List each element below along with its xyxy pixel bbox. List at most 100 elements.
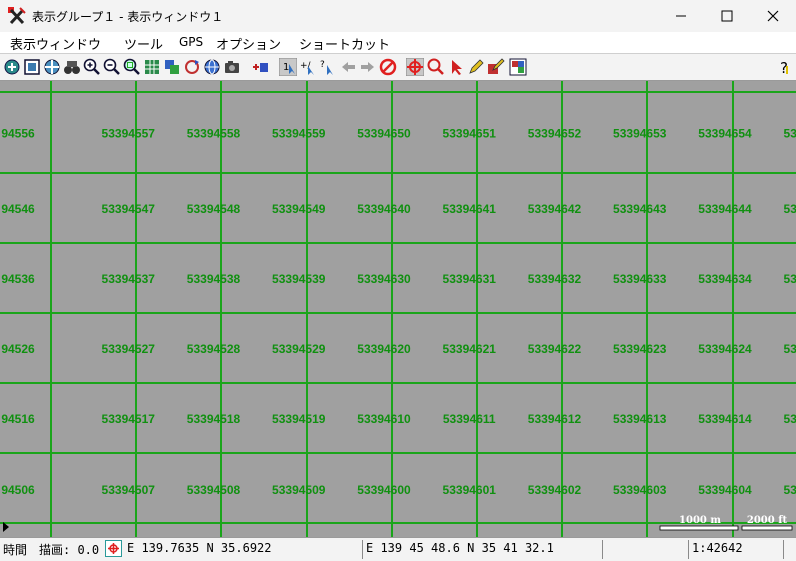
grid-cell-label: 53394622 bbox=[528, 342, 582, 356]
no-entry-icon[interactable] bbox=[379, 58, 397, 76]
back-icon[interactable] bbox=[339, 58, 357, 76]
binoculars-icon[interactable] bbox=[63, 58, 81, 76]
grid-cell-label: 94506 bbox=[1, 483, 35, 497]
grid-cell-label: 94536 bbox=[1, 272, 35, 286]
grid-cell-label: 53394625 bbox=[784, 342, 796, 356]
status-divider bbox=[602, 540, 603, 559]
zoom-box-icon[interactable] bbox=[123, 58, 141, 76]
globe-icon[interactable] bbox=[203, 58, 221, 76]
edit-icon[interactable] bbox=[487, 58, 505, 76]
zoom-in-icon[interactable] bbox=[83, 58, 101, 76]
svg-text:?: ? bbox=[320, 60, 325, 70]
draw-time: 描画: 0.0 bbox=[39, 543, 100, 557]
camera-icon[interactable] bbox=[223, 58, 241, 76]
grid-cell-label: 53394634 bbox=[698, 272, 752, 286]
grid-cell-label: 53394517 bbox=[102, 412, 156, 426]
grid-cell-label: 53394557 bbox=[102, 127, 156, 141]
toolbar: 1 +/ ? ? bbox=[0, 54, 796, 81]
grid-cell-label: 53394509 bbox=[272, 483, 326, 497]
minimize-button[interactable] bbox=[658, 0, 704, 32]
image-icon[interactable] bbox=[509, 58, 527, 76]
time-label: 時間 bbox=[3, 543, 28, 557]
grid-cell-label: 53394645 bbox=[784, 202, 796, 216]
magnifier-icon[interactable] bbox=[427, 58, 445, 76]
grid-icon[interactable] bbox=[143, 58, 161, 76]
menu-options[interactable]: オプション bbox=[216, 34, 281, 53]
title-bar: 表示グループ１ - 表示ウィンドウ１ bbox=[0, 0, 796, 32]
menu-view-window[interactable]: 表示ウィンドウ bbox=[10, 34, 101, 53]
grid-cell-label: 53394538 bbox=[187, 272, 241, 286]
grid-cell-label: 53394603 bbox=[613, 483, 667, 497]
grid-cell-label: 53394508 bbox=[187, 483, 241, 497]
grid-cell-label: 53394641 bbox=[443, 202, 497, 216]
maximize-icon bbox=[721, 10, 733, 22]
refresh-icon[interactable] bbox=[183, 58, 201, 76]
svg-text:1: 1 bbox=[283, 62, 289, 73]
forward-icon[interactable] bbox=[359, 58, 377, 76]
grid-cell-label: 94516 bbox=[1, 412, 35, 426]
menu-shortcuts[interactable]: ショートカット bbox=[299, 34, 390, 53]
grid-cell-label: 53394610 bbox=[357, 412, 411, 426]
app-icon bbox=[8, 7, 26, 25]
scalebar-metric-label: 1000 m bbox=[679, 515, 721, 526]
grid-cell-label: 94546 bbox=[1, 202, 35, 216]
grid-cell-label: 53394630 bbox=[357, 272, 411, 286]
close-button[interactable] bbox=[750, 0, 796, 32]
crosshair-status-icon[interactable] bbox=[105, 540, 122, 557]
map-canvas[interactable]: 94556 53394557 53394558 53394559 53394650 533… bbox=[0, 81, 796, 537]
help-icon[interactable]: ? bbox=[776, 58, 794, 76]
minimize-icon bbox=[676, 15, 686, 17]
grid-cell-label: 53394615 bbox=[784, 412, 796, 426]
grid-cell-label: 53394631 bbox=[443, 272, 497, 286]
grid-cell-label: 53394620 bbox=[357, 342, 411, 356]
crosshair-icon[interactable] bbox=[406, 58, 424, 76]
dms-coords: E 139 45 48.6 N 35 41 32.1 bbox=[366, 541, 554, 555]
grid-cell-label: 53394600 bbox=[357, 483, 411, 497]
grid-cell-label: 53394612 bbox=[528, 412, 582, 426]
grid-cell-label: 53394653 bbox=[613, 127, 667, 141]
grid-cell-label: 53394632 bbox=[528, 272, 582, 286]
status-bar: 時間 描画: 0.0 E 139.7635 N 35.6922 E 139 45… bbox=[0, 537, 796, 561]
scalebar-imperial-label: 2000 ft bbox=[747, 515, 788, 526]
help-pointer-icon[interactable]: ? bbox=[319, 58, 337, 76]
grid-cell-label: 53394614 bbox=[698, 412, 752, 426]
menu-bar: 表示ウィンドウ ツール GPS オプション ショートカット bbox=[0, 32, 796, 54]
full-extent-icon[interactable] bbox=[23, 58, 41, 76]
grid-cell-label: 53394558 bbox=[187, 127, 241, 141]
grid-cell-label: 53394652 bbox=[528, 127, 582, 141]
grid-cell-label: 53394605 bbox=[784, 483, 796, 497]
grid-cell-label: 53394613 bbox=[613, 412, 667, 426]
pan-icon[interactable] bbox=[43, 58, 61, 76]
status-divider bbox=[688, 540, 689, 559]
select-tool-icon[interactable]: 1 bbox=[279, 58, 297, 76]
grid-cell-label: 53394602 bbox=[528, 483, 582, 497]
grid-cell-label: 53394635 bbox=[784, 272, 796, 286]
grid-cell-label: 53394621 bbox=[443, 342, 497, 356]
grid-cell-label: 53394528 bbox=[187, 342, 241, 356]
menu-gps[interactable]: GPS bbox=[179, 35, 203, 49]
grid-cell-label: 53394611 bbox=[443, 412, 496, 426]
measure-icon[interactable]: +/ bbox=[299, 58, 317, 76]
add-layer-icon[interactable] bbox=[251, 58, 269, 76]
pointer-icon[interactable] bbox=[447, 58, 465, 76]
zoom-to-layer-icon[interactable] bbox=[3, 58, 21, 76]
grid-cell-label: 53394547 bbox=[102, 202, 156, 216]
menu-tools[interactable]: ツール bbox=[124, 34, 163, 53]
grid-cell-label: 53394654 bbox=[698, 127, 752, 141]
grid-cell-label: 53394623 bbox=[613, 342, 667, 356]
grid-cell-label: 94526 bbox=[1, 342, 35, 356]
zoom-out-icon[interactable] bbox=[103, 58, 121, 76]
layers-icon[interactable] bbox=[163, 58, 181, 76]
grid-cell-label: 53394624 bbox=[698, 342, 752, 356]
grid-cell-label: 53394650 bbox=[357, 127, 411, 141]
pencil-icon[interactable] bbox=[467, 58, 485, 76]
maximize-button[interactable] bbox=[704, 0, 750, 32]
scalebar-metric bbox=[659, 525, 739, 531]
grid-cell-label: 53394559 bbox=[272, 127, 326, 141]
status-divider bbox=[362, 540, 363, 559]
grid-cell-label: 53394507 bbox=[102, 483, 156, 497]
grid-cell-label: 53394604 bbox=[698, 483, 752, 497]
decimal-coords: E 139.7635 N 35.6922 bbox=[127, 541, 272, 555]
grid-cell-label: 53394527 bbox=[102, 342, 156, 356]
grid-cell-label: 53394548 bbox=[187, 202, 241, 216]
